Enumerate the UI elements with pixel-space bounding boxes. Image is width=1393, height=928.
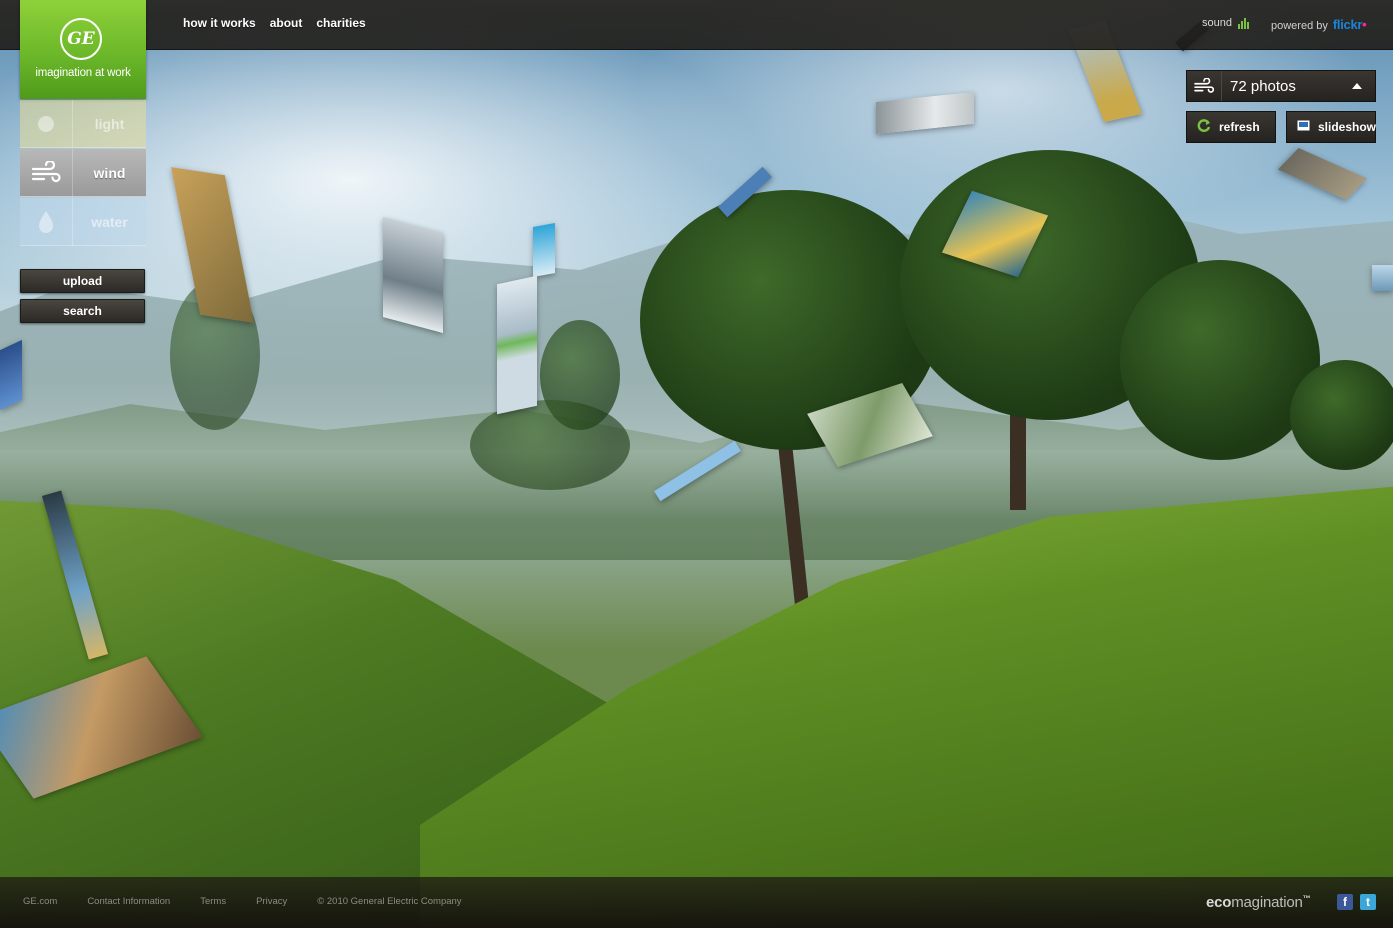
footer-link-ge-com[interactable]: GE.com — [23, 896, 57, 907]
flying-photo[interactable] — [497, 275, 537, 415]
footer-link-privacy[interactable]: Privacy — [256, 896, 287, 907]
element-wind-button[interactable]: wind — [20, 148, 146, 197]
element-water-button[interactable]: water — [20, 197, 146, 246]
slideshow-button[interactable]: slideshow — [1286, 111, 1376, 143]
sun-icon — [20, 99, 73, 148]
ecomagination-logo[interactable]: ecomagination™ — [1206, 894, 1311, 911]
refresh-icon — [1197, 118, 1211, 136]
sound-label: sound — [1202, 17, 1232, 29]
footer: GE.com Contact Information Terms Privacy… — [0, 877, 1393, 928]
twitter-icon[interactable]: t — [1360, 894, 1376, 910]
ge-monogram-icon: GE — [60, 18, 102, 60]
element-light-button[interactable]: light — [20, 99, 146, 148]
refresh-button[interactable]: refresh — [1186, 111, 1276, 143]
main-nav: how it works about charities — [183, 16, 366, 30]
landscape-background — [0, 0, 1393, 928]
wind-icon — [20, 148, 73, 197]
slideshow-label: slideshow — [1318, 120, 1377, 134]
facebook-icon[interactable]: f — [1337, 894, 1353, 910]
element-wind-label: wind — [93, 164, 126, 181]
footer-link-terms[interactable]: Terms — [200, 896, 226, 907]
flying-photo[interactable] — [383, 216, 443, 334]
wind-icon — [1187, 71, 1222, 101]
logo-tagline: imagination at work — [35, 67, 131, 79]
flickr-logo: flickr• — [1332, 17, 1367, 32]
flying-photo[interactable] — [1372, 265, 1393, 291]
footer-links: GE.com Contact Information Terms Privacy… — [23, 896, 492, 907]
sound-bars-icon — [1237, 17, 1249, 29]
nav-about[interactable]: about — [270, 16, 303, 30]
upload-button[interactable]: upload — [20, 269, 145, 293]
refresh-label: refresh — [1219, 120, 1260, 134]
water-drop-icon — [20, 197, 73, 246]
ge-logo[interactable]: GE imagination at work — [20, 0, 146, 99]
flying-photo[interactable] — [533, 223, 555, 277]
slideshow-icon — [1297, 120, 1310, 134]
flying-photo[interactable] — [0, 339, 22, 411]
photo-count: 72 photos — [1230, 77, 1296, 95]
nav-how-it-works[interactable]: how it works — [183, 16, 256, 30]
top-bar: how it works about charities sound power… — [0, 0, 1393, 50]
footer-link-contact[interactable]: Contact Information — [87, 896, 170, 907]
caret-up-icon[interactable] — [1352, 83, 1362, 89]
element-light-label: light — [94, 115, 125, 132]
powered-by-flickr[interactable]: powered by flickr• — [1271, 17, 1367, 32]
tree-canopy — [1120, 260, 1320, 460]
footer-copyright: © 2010 General Electric Company — [317, 896, 462, 907]
tree-canopy — [1290, 360, 1393, 470]
photos-dropdown[interactable]: 72 photos — [1186, 70, 1376, 102]
nav-charities[interactable]: charities — [316, 16, 365, 30]
powered-by-label: powered by — [1271, 20, 1328, 32]
tree-canopy — [470, 400, 630, 490]
element-water-label: water — [91, 213, 128, 230]
search-button[interactable]: search — [20, 299, 145, 323]
sound-toggle[interactable]: sound — [1202, 17, 1249, 29]
